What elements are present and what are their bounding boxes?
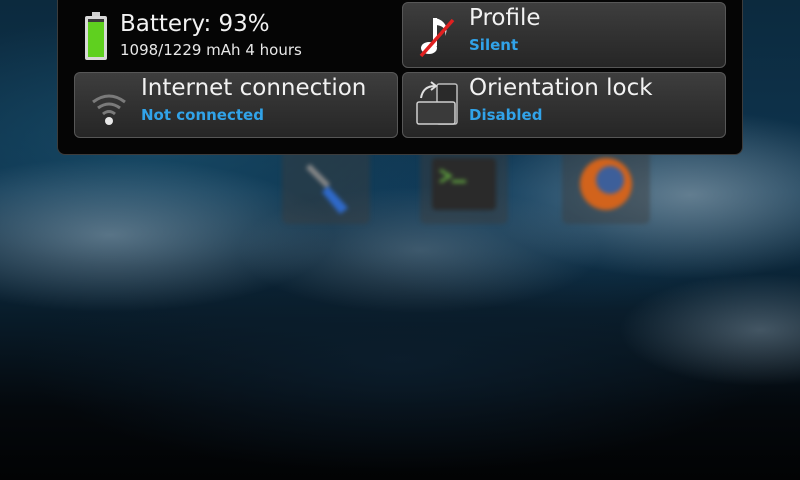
battery-title: Battery: 93% (120, 11, 270, 37)
profile-title: Profile (469, 5, 541, 31)
profile-value: Silent (469, 36, 519, 54)
wifi-icon (83, 78, 135, 132)
battery-icon (84, 12, 108, 60)
orientation-lock-title: Orientation lock (469, 75, 653, 101)
internet-connection-title: Internet connection (141, 75, 367, 101)
internet-connection-value: Not connected (141, 106, 264, 124)
firefox-icon[interactable] (562, 150, 650, 224)
internet-connection-tile[interactable]: Internet connection Not connected (74, 72, 398, 138)
music-note-muted-icon (411, 8, 463, 62)
rotate-screen-icon (411, 78, 463, 132)
battery-detail: 1098/1229 mAh 4 hours (120, 41, 302, 59)
battery-status: Battery: 93% 1098/1229 mAh 4 hours (84, 8, 394, 64)
profile-tile[interactable]: Profile Silent (402, 2, 726, 68)
orientation-lock-tile[interactable]: Orientation lock Disabled (402, 72, 726, 138)
settings-wrench-icon[interactable] (282, 150, 370, 224)
terminal-icon[interactable] (420, 150, 508, 224)
orientation-lock-value: Disabled (469, 106, 543, 124)
